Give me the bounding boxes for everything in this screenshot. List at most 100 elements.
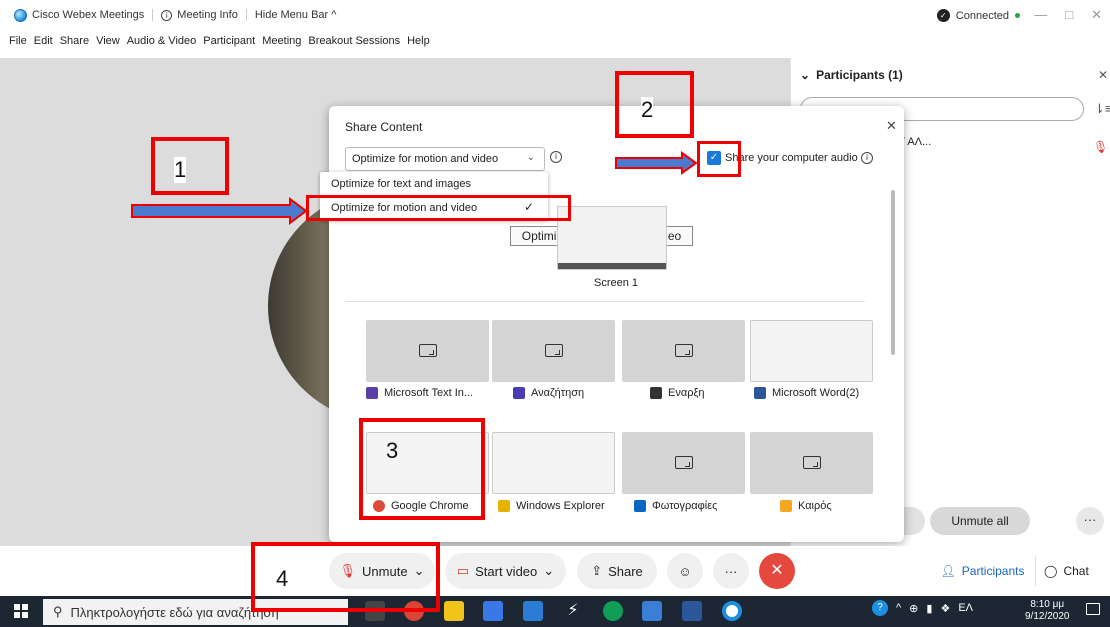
edge-icon[interactable] [603,601,623,621]
annotation-arrow-2 [615,151,698,175]
optimize-info-icon[interactable]: i [550,151,562,163]
menu-share[interactable]: Share [60,35,89,53]
participants-icon: 👤︎ [940,564,956,578]
menu-help[interactable]: Help [407,35,430,53]
language-indicator[interactable]: ΕΛ [958,602,973,614]
screen-1-thumbnail[interactable] [557,206,667,270]
share-button[interactable]: ⇪ Share [577,553,657,589]
chat-button[interactable]: ◯ Chat [1044,556,1104,586]
volume-icon[interactable]: ▮ [926,602,932,615]
system-tray: ? ^ ⊕ ▮ ❖ ΕΛ [872,600,973,616]
divider [345,301,865,302]
app-tile[interactable] [492,320,615,382]
mail-icon[interactable] [523,601,543,621]
more-button[interactable]: ··· [713,553,749,589]
word-taskbar-icon[interactable] [682,601,702,621]
dropbox-icon[interactable]: ❖ [940,602,950,615]
end-call-button[interactable]: ✕ [759,553,795,589]
annotation-box-3 [359,418,485,520]
text-input-icon [366,387,378,399]
app-tile[interactable] [366,320,489,382]
audio-info-icon[interactable]: i [861,152,873,164]
help-icon[interactable]: ? [872,600,888,616]
notification-icon[interactable] [1086,603,1100,615]
annotation-option-highlight [306,195,571,221]
photos-taskbar-icon[interactable] [642,601,662,621]
status-dot-icon [1015,13,1020,18]
file-explorer-icon[interactable] [444,601,464,621]
app-title: Cisco Webex Meetings [14,8,144,22]
start-icon [650,387,662,399]
window-controls: — □ ✕ [1034,7,1102,23]
share-icon: ⇪ [591,563,603,578]
app-label: Windows Explorer [498,500,605,512]
chevron-down-icon: ⌄ [543,563,555,578]
menu-participant[interactable]: Participant [203,35,255,53]
annotation-box-1 [151,137,229,195]
close-dialog-icon[interactable]: ✕ [886,118,897,134]
menu-file[interactable]: File [9,35,27,53]
menu-meeting[interactable]: Meeting [262,35,301,53]
webex-window: Cisco Webex Meetings i Meeting Info Hide … [0,0,1110,627]
webex-taskbar-icon[interactable] [722,601,742,621]
store-icon[interactable] [483,601,503,621]
cortana-search-icon [513,387,525,399]
webex-logo-icon [14,8,27,22]
annotation-label-2: 2 [641,97,654,123]
app-label: Microsoft Word(2) [754,387,859,399]
search-icon: ⚲ [53,604,63,619]
tray-chevron-icon[interactable]: ^ [896,602,901,614]
share-audio-label[interactable]: Share your computer audio [725,152,858,164]
menu-edit[interactable]: Edit [34,35,53,53]
participants-button[interactable]: 👤︎ Participants [930,556,1036,586]
menu-audio-video[interactable]: Audio & Video [127,35,197,53]
app-label: Εναρξη [650,387,705,399]
window-icon [802,456,821,469]
optimize-select[interactable]: Optimize for motion and video ⌄ [345,147,545,171]
menu-breakout[interactable]: Breakout Sessions [308,35,400,53]
meeting-info-button[interactable]: i Meeting Info [161,9,238,21]
close-window-icon[interactable]: ✕ [1091,7,1102,23]
dialog-scrollbar[interactable] [891,190,895,355]
minimize-icon[interactable]: — [1034,7,1047,23]
collapse-chevron-icon: ⌄ [800,68,811,82]
reactions-button[interactable]: ☺ [667,553,703,589]
app-label: Αναζήτηση [513,387,584,399]
dialog-title: Share Content [345,120,423,134]
window-icon [544,344,563,357]
app-tile[interactable] [622,432,745,494]
connection-status: ✓ Connected [936,9,1020,22]
option-text-images[interactable]: Optimize for text and images [331,178,471,190]
annotation-label-1: 1 [174,157,187,183]
smiley-icon: ☺ [678,563,692,579]
sort-icon[interactable]: ⇂≡ [1094,101,1110,117]
clock[interactable]: 8:10 μμ 9/12/2020 [1025,599,1070,623]
start-video-button[interactable]: ▭ Start video ⌄ [445,553,566,589]
hide-menu-bar-button[interactable]: Hide Menu Bar ^ [255,9,337,21]
annotation-label-4: 4 [276,566,289,591]
window-icon [674,344,693,357]
maximize-icon[interactable]: □ [1065,7,1073,23]
app-tile[interactable] [750,320,873,382]
word-icon [754,387,766,399]
app-tile[interactable] [750,432,873,494]
menu-view[interactable]: View [96,35,120,53]
annotation-box-2 [615,71,694,138]
annotation-label-3: 3 [386,438,399,463]
more-options-icon[interactable]: ··· [1076,507,1104,535]
info-icon: i [161,9,173,21]
photos-icon [634,500,646,512]
power-automate-icon[interactable]: ⚡︎ [563,601,583,621]
network-icon[interactable]: ⊕ [909,602,918,615]
more-icon: ··· [724,563,738,579]
video-off-icon: ▭ [456,563,470,578]
app-label: Φωτογραφίες [634,500,717,512]
app-tile[interactable] [492,432,615,494]
app-label: Microsoft Text In... [366,387,473,399]
app-tile[interactable] [622,320,745,382]
unmute-all-button[interactable]: Unmute all [930,507,1030,535]
windows-start-icon[interactable] [14,604,28,618]
participants-header[interactable]: ⌄ Participants (1) [800,68,903,82]
screen-1-label: Screen 1 [594,277,639,289]
close-panel-icon[interactable]: ✕ [1098,68,1108,82]
